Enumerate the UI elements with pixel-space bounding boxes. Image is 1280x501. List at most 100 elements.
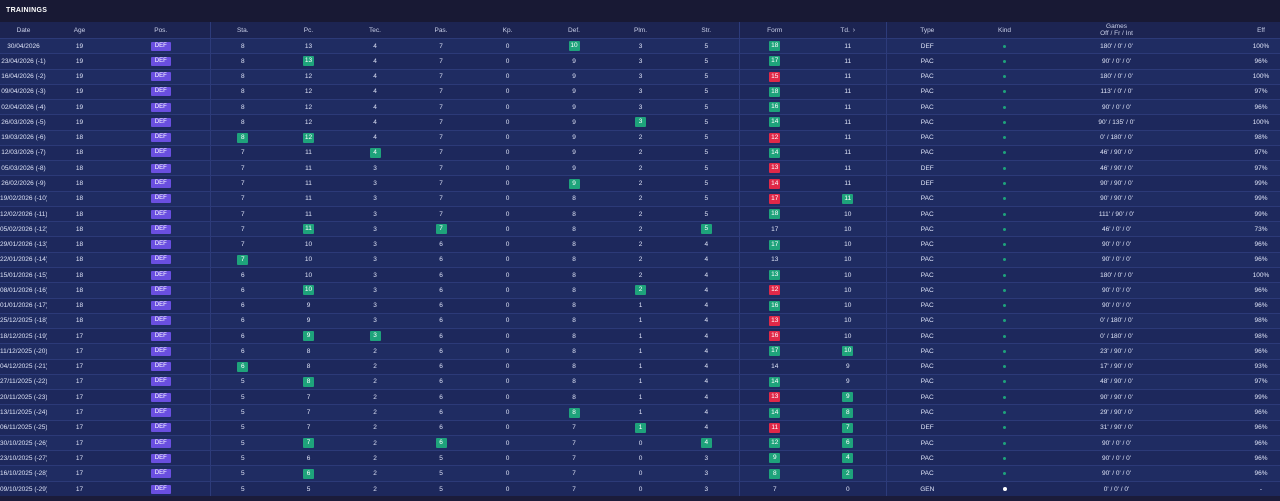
eff-text: 97% [1254, 149, 1268, 157]
col-form[interactable]: Form [738, 22, 810, 39]
col-kind[interactable]: Kind [968, 22, 1041, 39]
cell-kp: 0 [474, 358, 541, 375]
table-row[interactable]: 01/01/2026 (-17) 18 DEF 6 9 3 6 0 8 1 4 16 10 PAC 90' … [0, 297, 1280, 314]
table-row[interactable]: 04/12/2025 (-21) 17 DEF 6 8 2 6 0 8 1 4 14 9 PAC 17' /… [0, 358, 1280, 375]
table-row[interactable]: 16/04/2026 (-2) 19 DEF 8 12 4 7 0 9 3 5 15 11 PAC 180'… [0, 68, 1280, 85]
col-str[interactable]: Str. [674, 22, 739, 39]
plm-value: 2 [638, 225, 643, 233]
cell-kp: 0 [474, 221, 541, 237]
type-text: PAC [920, 347, 934, 355]
col-date[interactable]: Date [0, 22, 47, 39]
plm-value: 0 [638, 454, 643, 462]
table-row[interactable]: 05/03/2026 (-8) 18 DEF 7 11 3 7 0 9 2 5 13 11 DEF 46' … [0, 160, 1280, 176]
cell-plm: 2 [607, 236, 674, 253]
def-value: 8 [572, 271, 576, 279]
cell-kp: 0 [474, 99, 541, 115]
str-value: 3 [704, 485, 709, 493]
eff-text: 96% [1254, 347, 1268, 355]
cell-kp: 0 [474, 68, 541, 85]
table-row[interactable]: 30/04/2026 19 DEF 8 13 4 7 0 10 3 5 18 11 DEF 180' / 0… [0, 37, 1280, 54]
pas-value: 6 [439, 332, 443, 340]
table-row[interactable]: 20/11/2025 (-23) 17 DEF 5 7 2 6 0 8 1 4 13 9 PAC 90' /… [0, 389, 1280, 405]
cell-games: 90' / 0' / 0' [1041, 251, 1192, 268]
td-change-badge: 2 [842, 468, 854, 479]
table-row[interactable]: 23/10/2025 (-27) 17 DEF 5 6 2 5 0 7 0 3 9 4 PAC 90' / … [0, 450, 1280, 466]
table-row[interactable]: 05/02/2026 (-12) 18 DEF 7 11 3 7 0 8 2 5 17 10 PAC 46'… [0, 221, 1280, 237]
sort-chevron-icon[interactable]: › [853, 27, 855, 34]
table-row[interactable]: 12/03/2026 (-7) 18 DEF 7 11 4 7 0 9 2 5 14 11 PAC 46' … [0, 144, 1280, 161]
date-text: 30/04/2026 [7, 42, 40, 50]
date-text: 09/04/2026 (-3) [1, 88, 46, 96]
cell-pos: DEF [112, 266, 210, 283]
table-row[interactable]: 15/01/2026 (-15) 18 DEF 6 10 3 6 0 8 2 4 13 10 PAC 180… [0, 266, 1280, 283]
cell-games: 90' / 90' / 0' [1041, 190, 1192, 207]
table-row[interactable]: 26/03/2026 (-5) 19 DEF 8 12 4 7 0 9 3 5 14 11 PAC 90' … [0, 114, 1280, 131]
str-value: 3 [704, 470, 709, 478]
col-pos[interactable]: Pos. [112, 22, 210, 39]
cell-tec: 2 [342, 434, 408, 451]
date-text: 09/10/2025 (-29) [0, 485, 47, 493]
col-def[interactable]: Def. [541, 22, 607, 39]
table-row[interactable]: 22/01/2026 (-14) 18 DEF 7 10 3 6 0 8 2 4 13 10 PAC 90'… [0, 251, 1280, 268]
col-pas[interactable]: Pas. [408, 22, 474, 39]
col-pc[interactable]: Pc. [275, 22, 342, 39]
td-value: 10 [844, 302, 852, 310]
cell-tec: 3 [342, 297, 408, 314]
cell-pos: DEF [112, 465, 210, 482]
cell-tec: 3 [342, 282, 408, 299]
td-value: 10 [844, 241, 852, 249]
table-row[interactable]: 12/02/2026 (-11) 18 DEF 7 11 3 7 0 8 2 5 18 10 PAC 111… [0, 205, 1280, 222]
sta-value: 5 [240, 485, 245, 493]
td-value: 11 [844, 103, 852, 111]
table-row[interactable]: 19/02/2026 (-10) 18 DEF 7 11 3 7 0 8 2 5 17 11 PAC 90'… [0, 190, 1280, 207]
table-row[interactable]: 08/01/2026 (-16) 18 DEF 6 10 3 6 0 8 2 4 12 10 PAC 90'… [0, 282, 1280, 299]
position-badge: DEF [150, 301, 171, 311]
cell-age: 17 [47, 373, 112, 390]
col-kp[interactable]: Kp. [474, 22, 541, 39]
cell-str: 4 [674, 419, 739, 436]
col-td[interactable]: Td. › [810, 22, 886, 39]
cell-str: 4 [674, 312, 739, 329]
col-eff[interactable]: Eff [1192, 22, 1280, 39]
table-row[interactable]: 11/12/2025 (-20) 17 DEF 6 8 2 6 0 8 1 4 17 10 PAC 23' … [0, 343, 1280, 360]
col-type[interactable]: Type [885, 22, 968, 39]
cell-form: 11 [738, 419, 810, 436]
date-text: 23/10/2025 (-27) [0, 454, 47, 462]
table-row[interactable]: 27/11/2025 (-22) 17 DEF 5 8 2 6 0 8 1 4 14 9 PAC 48' /… [0, 373, 1280, 390]
pc-value: 5 [306, 485, 311, 493]
cell-str: 4 [674, 358, 739, 375]
cell-type: PAC [885, 404, 968, 421]
col-tec[interactable]: Tec. [342, 22, 408, 39]
table-row[interactable]: 13/11/2025 (-24) 17 DEF 5 7 2 6 0 8 1 4 14 8 PAC 29' /… [0, 404, 1280, 421]
table-row[interactable]: 16/10/2025 (-28) 17 DEF 5 6 2 5 0 7 0 3 8 2 PAC 90' / … [0, 465, 1280, 482]
col-sta[interactable]: Sta. [209, 22, 275, 39]
cell-date: 08/01/2026 (-16) [0, 282, 47, 299]
tec-value: 4 [373, 57, 377, 65]
cell-form: 18 [738, 205, 810, 222]
table-row[interactable]: 25/12/2025 (-18) 18 DEF 6 9 3 6 0 8 1 4 13 10 PAC 0' /… [0, 312, 1280, 329]
col-age[interactable]: Age [47, 22, 112, 39]
table-row[interactable]: 09/10/2025 (-29) 17 DEF 5 5 2 5 0 7 0 3 7 0 GEN 0' / 0… [0, 480, 1280, 497]
table-row[interactable]: 06/11/2025 (-25) 17 DEF 5 7 2 6 0 7 1 4 11 7 DEF 31' /… [0, 419, 1280, 436]
table-row[interactable]: 26/02/2026 (-9) 18 DEF 7 11 3 7 0 9 2 5 14 11 DEF 90' … [0, 175, 1280, 192]
kind-dot-icon [1003, 380, 1006, 384]
form-change-badge: 8 [769, 468, 781, 479]
table-row[interactable]: 09/04/2026 (-3) 19 DEF 8 12 4 7 0 9 3 5 18 11 PAC 113'… [0, 83, 1280, 100]
table-row[interactable]: 30/10/2025 (-26) 17 DEF 5 7 2 6 0 7 0 4 12 6 PAC 90' /… [0, 434, 1280, 451]
date-text: 19/03/2026 (-6) [1, 134, 46, 142]
col-plm[interactable]: Plm. [607, 22, 674, 39]
cell-kind [968, 328, 1041, 344]
table-row[interactable]: 18/12/2025 (-19) 17 DEF 6 9 3 6 0 8 1 4 16 10 PAC 0' /… [0, 328, 1280, 344]
cell-plm: 2 [607, 160, 674, 176]
table-row[interactable]: 29/01/2026 (-13) 18 DEF 7 10 3 6 0 8 2 4 17 10 PAC 90'… [0, 236, 1280, 253]
pas-value: 7 [439, 118, 443, 126]
cell-plm: 1 [607, 389, 674, 405]
cell-pas: 6 [408, 251, 474, 268]
table-row[interactable]: 19/03/2026 (-6) 18 DEF 8 12 4 7 0 9 2 5 12 11 PAC 0' /… [0, 129, 1280, 146]
cell-kp: 0 [474, 83, 541, 100]
cell-age: 17 [47, 358, 112, 375]
col-games[interactable]: Games Off / Fr / Int [1041, 22, 1192, 39]
table-row[interactable]: 02/04/2026 (-4) 19 DEF 8 12 4 7 0 9 3 5 16 11 PAC 90' … [0, 99, 1280, 115]
cell-date: 29/01/2026 (-13) [0, 236, 47, 253]
table-row[interactable]: 23/04/2026 (-1) 19 DEF 8 13 4 7 0 9 3 5 17 11 PAC 90' … [0, 53, 1280, 70]
